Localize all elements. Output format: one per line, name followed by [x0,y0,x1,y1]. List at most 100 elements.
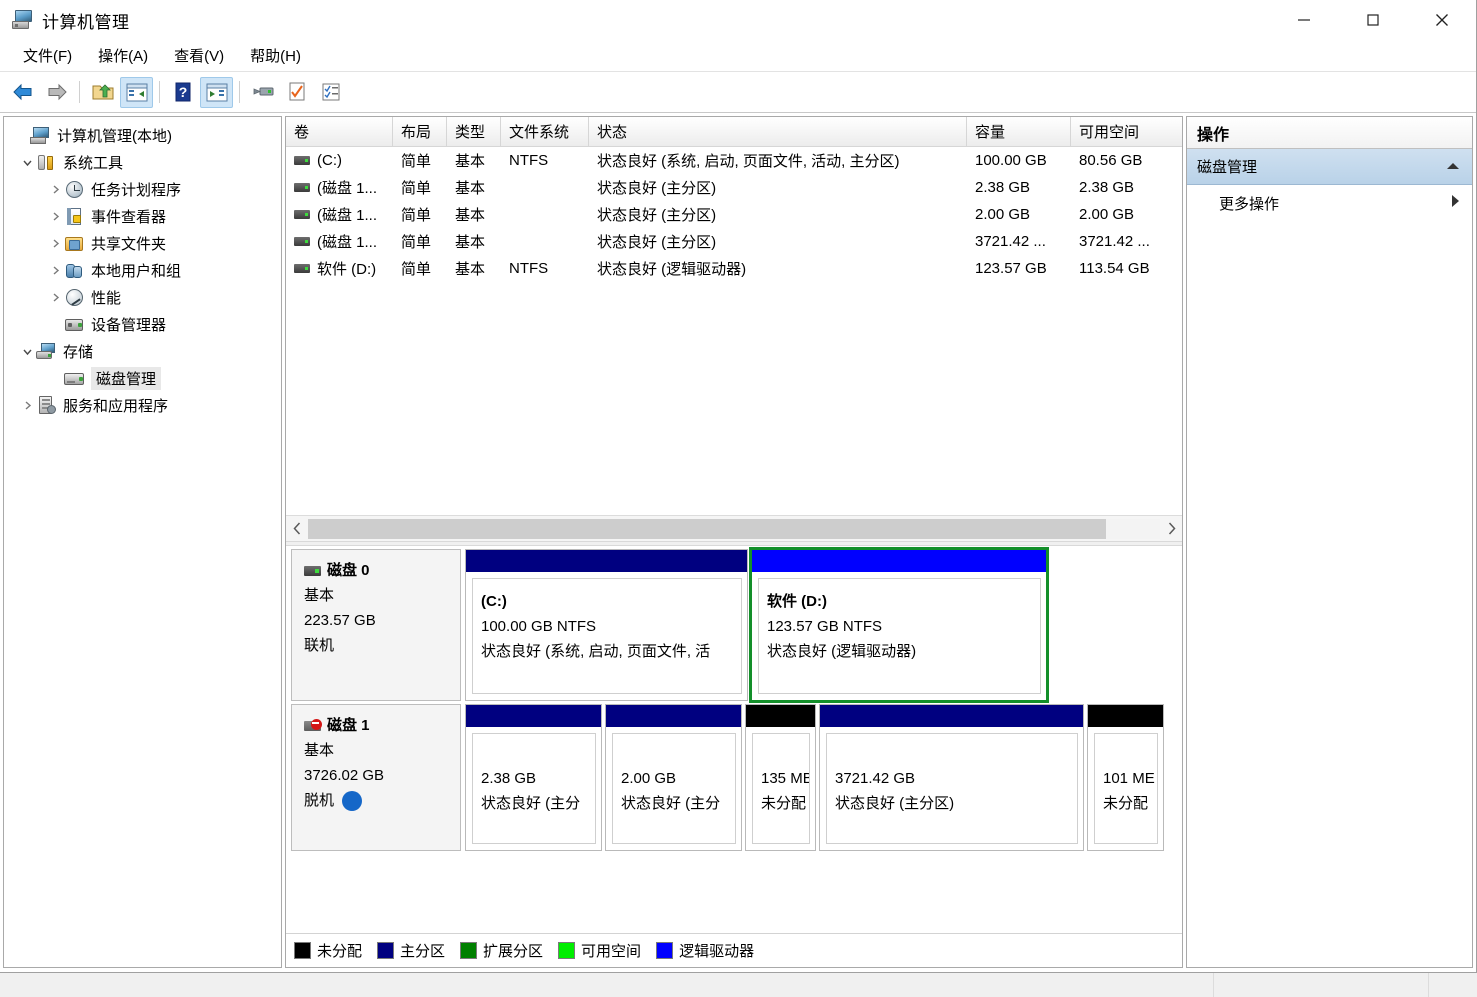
cell-volume: (磁盘 1... [286,204,393,225]
chevron-right-icon[interactable] [46,235,64,253]
column-header-layout[interactable]: 布局 [393,117,447,146]
table-row[interactable]: 软件 (D:) 简单 基本 NTFS 状态良好 (逻辑驱动器) 123.57 G… [286,255,1182,282]
chevron-right-icon[interactable] [46,208,64,226]
chevron-right-icon[interactable] [46,262,64,280]
column-header-volume[interactable]: 卷 [286,117,393,146]
chevron-right-icon[interactable] [46,181,64,199]
partition-size: 123.57 GB NTFS [767,618,883,635]
disk-type-0: 基本 [304,587,335,604]
cell-status: 状态良好 (主分区) [597,180,717,197]
chevron-right-icon[interactable] [46,289,64,307]
menu-view[interactable]: 查看(V) [163,41,235,70]
chevron-right-icon[interactable] [18,397,36,415]
partition-label: (C:) [481,593,507,610]
show-hide-console-tree-icon[interactable] [120,76,153,108]
legend-free-space: 可用空间 [558,940,641,961]
tree-item-services-applications[interactable]: 服务和应用程序 [4,392,281,419]
scroll-right-icon[interactable] [1160,517,1182,541]
chevron-down-icon[interactable] [18,343,36,361]
minimize-button[interactable] [1269,0,1338,40]
properties-icon[interactable] [280,77,313,108]
partition-disk1-5-unallocated[interactable]: 101 ME 未分配 [1087,704,1164,851]
help-icon[interactable]: ? [166,77,199,108]
chevron-down-icon[interactable] [18,154,36,172]
shared-folders-icon [64,234,86,254]
tree-item-performance[interactable]: 性能 [4,284,281,311]
cell-volume-text: 软件 (D:) [317,261,377,278]
partition-disk1-3-unallocated[interactable]: 135 MB 未分配 [745,704,816,851]
disk-header-0[interactable]: 磁盘 0 基本 223.57 GB 联机 [291,549,461,701]
menu-action[interactable]: 操作(A) [87,41,159,70]
volume-icon [294,156,310,165]
toolbar-separator-1 [79,81,80,103]
tree-item-disk-management[interactable]: 磁盘管理 [4,365,281,392]
partition-disk1-4[interactable]: 3721.42 GB 状态良好 (主分区) [819,704,1084,851]
cell-volume-text: (磁盘 1... [317,207,378,224]
disk-row-0: 磁盘 0 基本 223.57 GB 联机 (C:) 100.00 GB NTFS [286,546,1182,703]
tree-item-computer-management[interactable]: 计算机管理(本地) [4,122,281,149]
checklist-icon[interactable] [314,77,347,108]
rescan-disks-icon[interactable] [246,77,279,108]
table-row[interactable]: (磁盘 1... 简单 基本 状态良好 (主分区) 2.38 GB 2.38 G… [286,174,1182,201]
disk-state-0: 联机 [304,637,335,654]
column-header-type[interactable]: 类型 [447,117,501,146]
device-manager-icon [64,315,86,335]
column-header-capacity[interactable]: 容量 [967,117,1071,146]
legend-primary-partition: 主分区 [377,940,445,961]
show-hide-action-pane-icon[interactable] [200,76,233,108]
volume-list-horizontal-scrollbar[interactable] [286,515,1182,541]
storage-icon [36,342,58,362]
scroll-left-icon[interactable] [286,517,308,541]
action-more-actions[interactable]: 更多操作 [1187,185,1472,221]
cell-volume-text: (磁盘 1... [317,180,378,197]
tree-item-event-viewer[interactable]: 事件查看器 [4,203,281,230]
partition-info: (C:) 100.00 GB NTFS 状态良好 (系统, 启动, 页面文件, … [472,578,742,694]
disk-state-1-wrap: 脱机 [304,788,450,813]
tree-label: 共享文件夹 [91,236,167,253]
close-button[interactable] [1407,0,1476,40]
actions-group-disk-management[interactable]: 磁盘管理 [1187,149,1472,185]
tree-item-shared-folders[interactable]: 共享文件夹 [4,230,281,257]
scrollbar-track[interactable] [308,518,1160,539]
maximize-button[interactable] [1338,0,1407,40]
disk-header-1[interactable]: 磁盘 1 基本 3726.02 GB 脱机 [291,704,461,851]
table-row[interactable]: (磁盘 1... 简单 基本 状态良好 (主分区) 3721.42 ... 37… [286,228,1182,255]
scrollbar-thumb[interactable] [308,518,1106,539]
cell-volume: (C:) [286,152,393,169]
cell-status: 状态良好 (逻辑驱动器) [597,261,747,278]
forward-icon[interactable] [40,77,73,108]
partition-status: 状态良好 (主分 [621,795,721,812]
partition-label: 软件 (D:) [767,593,827,610]
tree-item-device-manager[interactable]: 设备管理器 [4,311,281,338]
tree-item-storage[interactable]: 存储 [4,338,281,365]
cell-type: 基本 [455,207,486,224]
chevron-up-icon[interactable] [1446,158,1460,175]
partition-status: 状态良好 (逻辑驱动器) [767,643,917,660]
partition-d[interactable]: 软件 (D:) 123.57 GB NTFS 状态良好 (逻辑驱动器) [749,547,1049,703]
menu-file[interactable]: 文件(F) [12,41,83,70]
cell-layout: 简单 [401,261,432,278]
table-row[interactable]: (C:) 简单 基本 NTFS 状态良好 (系统, 启动, 页面文件, 活动, … [286,147,1182,174]
column-header-filesystem[interactable]: 文件系统 [501,117,589,146]
back-icon[interactable] [6,77,39,108]
table-row[interactable]: (磁盘 1... 简单 基本 状态良好 (主分区) 2.00 GB 2.00 G… [286,201,1182,228]
cell-volume-text: (磁盘 1... [317,234,378,251]
partition-disk1-2[interactable]: 2.00 GB 状态良好 (主分 [605,704,742,851]
tree-item-local-users-groups[interactable]: 本地用户和组 [4,257,281,284]
chevron-right-icon[interactable] [1450,194,1460,212]
column-header-status[interactable]: 状态 [589,117,967,146]
legend-swatch-unallocated [294,942,311,959]
tree-item-task-scheduler[interactable]: 任务计划程序 [4,176,281,203]
partition-size: 101 ME [1103,770,1155,787]
partition-c[interactable]: (C:) 100.00 GB NTFS 状态良好 (系统, 启动, 页面文件, … [465,549,748,701]
cell-filesystem: NTFS [509,260,549,277]
up-folder-icon[interactable] [86,77,119,108]
volume-list-header: 卷 布局 类型 文件系统 状态 容量 可用空间 [286,117,1182,147]
partition-size: 100.00 GB NTFS [481,618,597,635]
menu-help[interactable]: 帮助(H) [239,41,312,70]
column-header-free-space[interactable]: 可用空间 [1071,117,1179,146]
twist-none [46,370,64,388]
svg-text:?: ? [178,84,187,100]
tree-item-system-tools[interactable]: 系统工具 [4,149,281,176]
partition-disk1-1[interactable]: 2.38 GB 状态良好 (主分 [465,704,602,851]
